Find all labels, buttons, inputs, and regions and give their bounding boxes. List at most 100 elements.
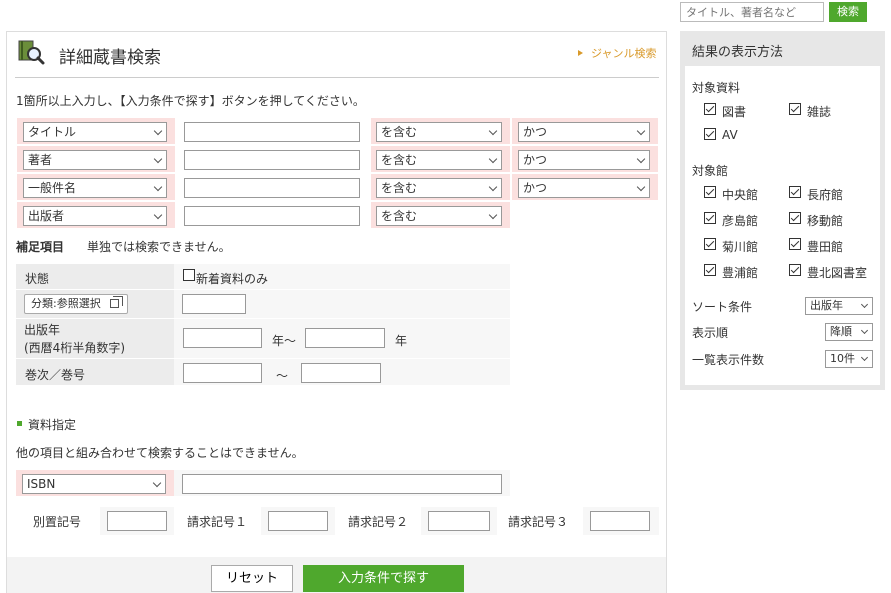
keyword-input[interactable]: [184, 150, 360, 170]
match-select[interactable]: を含む: [376, 206, 502, 226]
field-select[interactable]: タイトル: [23, 122, 167, 142]
material-title: 資料指定: [28, 418, 77, 432]
display-options-panel: 結果の表示方法 対象資料 図書 雑誌 AV 対象館 中央館 長府館 彦島館 移動…: [680, 31, 885, 390]
chevron-down-icon: [152, 478, 162, 488]
operator-select[interactable]: かつ: [518, 122, 650, 142]
display-options-body: 対象資料 図書 雑誌 AV 対象館 中央館 長府館 彦島館 移動館 菊川館 豊田…: [685, 66, 880, 385]
field-select[interactable]: 出版者: [23, 206, 167, 226]
sort-label: ソート条件: [692, 300, 753, 314]
chevron-down-icon: [488, 126, 498, 136]
triangle-right-icon: [578, 50, 583, 56]
new-only-checkbox[interactable]: [183, 269, 195, 281]
chevron-down-icon: [488, 210, 498, 220]
count-label: 一覧表示件数: [692, 353, 765, 367]
chevron-down-icon: [153, 126, 163, 136]
keyword-search-button[interactable]: 検索: [829, 2, 867, 22]
call-number-1-label: 請求記号１: [187, 515, 248, 529]
chevron-down-icon: [636, 154, 646, 164]
supplement-title: 補足項目: [16, 240, 65, 254]
library-checkbox[interactable]: [789, 186, 801, 198]
match-select[interactable]: を含む: [376, 150, 502, 170]
match-select[interactable]: を含む: [376, 178, 502, 198]
library-checkbox[interactable]: [704, 212, 716, 224]
id-type-select[interactable]: ISBN: [22, 474, 166, 494]
call-number-3-input[interactable]: [590, 511, 650, 531]
library-checkbox[interactable]: [704, 264, 716, 276]
chevron-down-icon: [488, 154, 498, 164]
material-checkbox-books[interactable]: [704, 103, 716, 115]
field-select[interactable]: 著者: [23, 150, 167, 170]
call-number-1-input[interactable]: [268, 511, 328, 531]
classification-input[interactable]: [182, 294, 246, 314]
target-materials-label: 対象資料: [692, 81, 741, 95]
chevron-down-icon: [636, 126, 646, 136]
sort-select[interactable]: 出版年: [805, 297, 873, 315]
pub-year-from-input[interactable]: [183, 328, 262, 348]
new-only-label: 新着資料のみ: [196, 272, 269, 286]
material-checkbox-av[interactable]: [704, 128, 716, 140]
call-number-3-label: 請求記号３: [508, 515, 569, 529]
match-select[interactable]: を含む: [376, 122, 502, 142]
title-divider: [15, 77, 659, 78]
count-select[interactable]: 10件: [825, 350, 873, 368]
library-label: 豊北図書室: [807, 266, 868, 280]
instruction-text: 1箇所以上入力し、【入力条件で探す】ボタンを押してください。: [16, 94, 365, 108]
status-label: 状態: [25, 272, 50, 286]
search-submit-button[interactable]: 入力条件で探す: [303, 565, 464, 592]
pub-year-from-suffix: 年〜: [272, 334, 297, 348]
chevron-down-icon: [860, 300, 869, 309]
chevron-down-icon: [860, 353, 869, 362]
pub-year-to-suffix: 年: [395, 334, 408, 348]
library-checkbox[interactable]: [789, 212, 801, 224]
volume-separator: 〜: [276, 369, 289, 383]
supplement-note: 単独では検索できません。: [87, 240, 231, 254]
page-title: 詳細蔵書検索: [59, 48, 161, 68]
chevron-down-icon: [636, 182, 646, 192]
library-label: 豊田館: [807, 240, 844, 254]
library-checkbox[interactable]: [704, 186, 716, 198]
detailed-search-panel: 詳細蔵書検索 ジャンル検索 1箇所以上入力し、【入力条件で探す】ボタンを押してく…: [6, 31, 667, 593]
chevron-down-icon: [860, 326, 869, 335]
separate-mark-label: 別置記号: [33, 515, 82, 529]
reset-button[interactable]: リセット: [211, 565, 293, 592]
library-label: 移動館: [807, 214, 844, 228]
call-number-2-input[interactable]: [428, 511, 490, 531]
chevron-down-icon: [153, 154, 163, 164]
pub-year-sublabel: (西暦4桁半角数字): [24, 341, 125, 355]
pub-year-label: 出版年: [24, 323, 61, 337]
library-checkbox[interactable]: [704, 238, 716, 250]
chevron-down-icon: [153, 182, 163, 192]
operator-select[interactable]: かつ: [518, 178, 650, 198]
field-select[interactable]: 一般件名: [23, 178, 167, 198]
classification-reference-button[interactable]: 分類:参照選択: [24, 294, 128, 314]
library-label: 豊浦館: [722, 266, 759, 280]
order-label: 表示順: [692, 326, 729, 340]
keyword-input[interactable]: [184, 122, 360, 142]
section-bullet-icon: [17, 421, 22, 426]
order-select[interactable]: 降順: [825, 323, 873, 341]
new-window-icon: [110, 296, 123, 308]
library-label: 長府館: [807, 188, 844, 202]
volume-from-input[interactable]: [183, 363, 262, 383]
keyword-input[interactable]: [184, 206, 360, 226]
material-label: 図書: [722, 105, 747, 119]
separate-mark-input[interactable]: [107, 511, 167, 531]
library-label: 中央館: [722, 188, 759, 202]
volume-to-input[interactable]: [301, 363, 381, 383]
material-label: 雑誌: [807, 105, 832, 119]
keyword-input[interactable]: [184, 178, 360, 198]
operator-select[interactable]: かつ: [518, 150, 650, 170]
library-checkbox[interactable]: [789, 238, 801, 250]
material-checkbox-magazines[interactable]: [789, 103, 801, 115]
library-checkbox[interactable]: [789, 264, 801, 276]
display-options-title: 結果の表示方法: [692, 45, 784, 60]
target-libraries-label: 対象館: [692, 164, 729, 178]
genre-search-link[interactable]: ジャンル検索: [578, 45, 656, 61]
book-search-icon: [18, 40, 45, 65]
pub-year-to-input[interactable]: [305, 328, 385, 348]
library-label: 菊川館: [722, 240, 759, 254]
call-number-2-label: 請求記号２: [348, 515, 409, 529]
library-label: 彦島館: [722, 214, 759, 228]
id-number-input[interactable]: [182, 474, 502, 494]
keyword-search-input[interactable]: [680, 2, 824, 22]
